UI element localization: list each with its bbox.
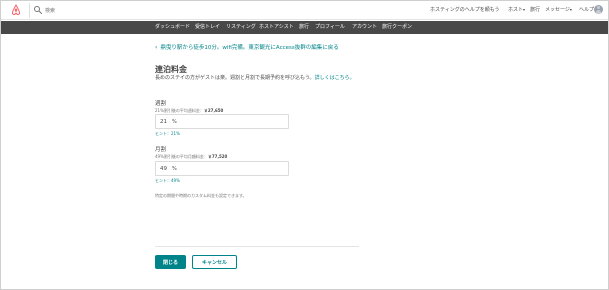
search-icon	[34, 6, 42, 14]
search-input[interactable]	[45, 4, 165, 17]
host-menu[interactable]: ホスト▾	[508, 6, 525, 14]
monthly-tip: ヒント：49%	[155, 178, 180, 183]
top-header: ホスティングのヘルプを頼もう ホスト▾ 旅行 メッセージ▾ ヘルプ	[1, 1, 608, 20]
weekly-percent-unit: %	[172, 119, 177, 125]
page-description-text: 長めのステイの方がゲストは楽。週割と月割で長期予約を呼び込もう。	[155, 75, 315, 81]
app-window: ホスティングのヘルプを頼もう ホスト▾ 旅行 メッセージ▾ ヘルプ ダッシュボー…	[0, 0, 609, 290]
back-link-label: 鼎曳り駅から徒歩10分。wifi完備。東京観光にAccess抜群の編集に戻る	[160, 45, 339, 51]
custom-pricing-note: 特定の期間や時期のカスタム料金も設定できます。	[155, 193, 247, 198]
page-title: 連泊料金	[155, 65, 187, 74]
messages-menu[interactable]: メッセージ▾	[545, 6, 572, 14]
weekly-subtext-label: 21%割引後の平均週料金：	[155, 108, 204, 113]
cancel-button[interactable]: キャンセル	[192, 255, 237, 269]
host-menu-label: ホスト	[508, 7, 524, 13]
weekly-discount-field[interactable]: %	[155, 114, 289, 129]
chevron-down-icon: ▾	[523, 7, 526, 12]
weekly-tip: ヒント：21%	[155, 131, 180, 136]
learn-more-link[interactable]: 詳しくはこちら。	[315, 75, 355, 81]
monthly-discount-field[interactable]: %	[155, 161, 289, 176]
messages-menu-label: メッセージ	[545, 7, 570, 13]
nav-item-travel-coupon[interactable]: 旅行クーポン	[382, 24, 412, 31]
trips-link[interactable]: 旅行	[530, 6, 540, 14]
monthly-discount-input[interactable]	[160, 164, 172, 174]
chevron-down-icon: ▾	[569, 7, 572, 12]
nav-item-trips[interactable]: 旅行	[299, 24, 309, 31]
nav-item-account[interactable]: アカウント	[352, 24, 377, 31]
back-to-listing-link[interactable]: ‹ 鼎曳り駅から徒歩10分。wifi完備。東京観光にAccess抜群の編集に戻る	[155, 44, 339, 52]
nav-item-profile[interactable]: プロフィール	[315, 24, 345, 31]
chevron-left-icon: ‹	[155, 44, 158, 51]
nav-item-dashboard[interactable]: ダッシュボード	[155, 24, 190, 31]
monthly-discount-label: 月割	[155, 147, 167, 153]
footer-divider	[155, 246, 359, 247]
header-divider	[29, 3, 30, 18]
monthly-average-price: ￥77,520	[207, 154, 228, 159]
monthly-subtext-label: 49%割引後の平均月額料金：	[155, 154, 208, 159]
weekly-discount-label: 週割	[155, 101, 167, 107]
monthly-percent-unit: %	[172, 166, 177, 172]
weekly-average-price: ￥27,650	[203, 108, 224, 113]
monthly-discount-subtext: 49%割引後の平均月額料金：￥77,520	[155, 154, 227, 160]
nav-item-host-assist[interactable]: ホストアシスト	[259, 24, 294, 31]
page-description: 長めのステイの方がゲストは楽。週割と月割で長期予約を呼び込もう。詳しくはこちら。	[155, 75, 355, 82]
help-link[interactable]: ヘルプ	[579, 6, 594, 14]
help-hosting-link[interactable]: ホスティングのヘルプを頼もう	[430, 6, 500, 14]
weekly-discount-input[interactable]	[160, 117, 172, 127]
close-button[interactable]: 閉じる	[155, 255, 186, 269]
nav-item-inbox[interactable]: 受信トレイ	[195, 24, 220, 31]
nav-item-listings[interactable]: リスティング	[226, 24, 256, 31]
main-nav: ダッシュボード 受信トレイ リスティング ホストアシスト 旅行 プロフィール ア…	[1, 21, 608, 34]
airbnb-logo-icon[interactable]	[10, 4, 22, 16]
avatar[interactable]	[594, 5, 603, 14]
